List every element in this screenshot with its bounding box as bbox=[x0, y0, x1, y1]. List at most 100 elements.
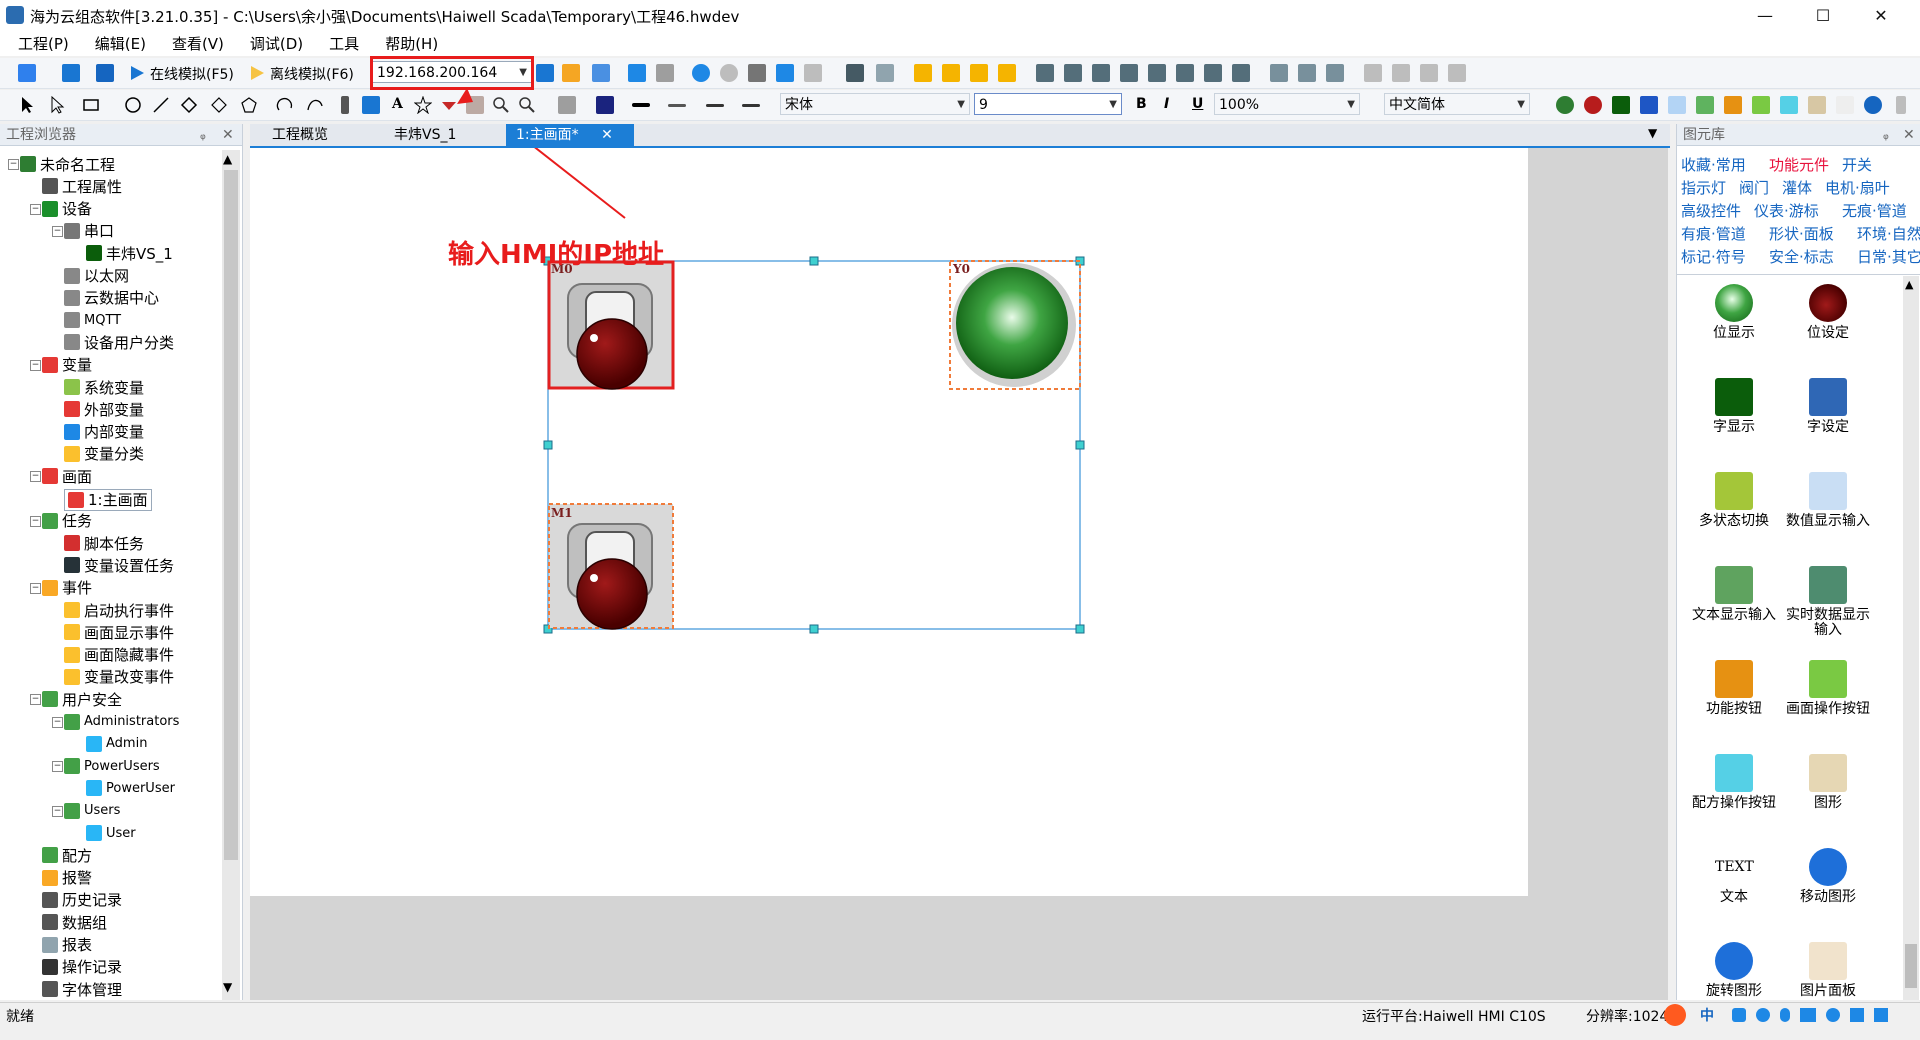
tree-item[interactable]: 事件 bbox=[42, 578, 92, 598]
undo-icon[interactable] bbox=[692, 64, 710, 82]
library-category[interactable]: 环境·自然 bbox=[1857, 223, 1920, 244]
tree-item[interactable]: User bbox=[86, 823, 136, 843]
screen-button-icon[interactable] bbox=[1752, 96, 1770, 114]
library-item[interactable]: 字显示 bbox=[1689, 378, 1779, 435]
tab-project-overview[interactable]: 工程概览 bbox=[262, 124, 338, 146]
tree-item[interactable]: 用户安全 bbox=[42, 689, 122, 709]
ime-logo-icon[interactable] bbox=[1664, 1004, 1686, 1026]
tree-item[interactable]: 配方 bbox=[42, 845, 92, 865]
menu-debug[interactable]: 调试(D) bbox=[250, 33, 303, 54]
tree-item[interactable]: 报警 bbox=[42, 868, 92, 888]
same-width-icon[interactable] bbox=[1270, 64, 1288, 82]
send-back-icon[interactable] bbox=[942, 64, 960, 82]
align-middle-icon[interactable] bbox=[1176, 64, 1194, 82]
tree-item[interactable]: 画面显示事件 bbox=[64, 622, 174, 642]
cut-icon[interactable] bbox=[748, 64, 766, 82]
ime-emoji-icon[interactable] bbox=[1756, 1008, 1770, 1022]
zoom-out-icon[interactable] bbox=[518, 96, 536, 114]
align-left-icon[interactable] bbox=[1036, 64, 1054, 82]
maximize-button[interactable]: ☐ bbox=[1794, 0, 1852, 30]
bold-button[interactable]: B bbox=[1136, 96, 1147, 112]
library-scrollbar[interactable] bbox=[1903, 276, 1919, 1000]
tree-item[interactable]: 启动执行事件 bbox=[64, 600, 174, 620]
same-size-icon[interactable] bbox=[1326, 64, 1344, 82]
ime-toolbox-icon[interactable] bbox=[1874, 1008, 1888, 1022]
library-category[interactable]: 无痕·管道 bbox=[1842, 200, 1907, 221]
font-family-combo[interactable]: 宋体 ▼ bbox=[780, 93, 970, 115]
collapse-toggle-icon[interactable]: − bbox=[52, 805, 63, 817]
library-category[interactable]: 指示灯 bbox=[1681, 177, 1726, 198]
library-category[interactable]: 功能元件 bbox=[1769, 154, 1829, 175]
menu-help[interactable]: 帮助(H) bbox=[385, 33, 438, 54]
paste-icon[interactable] bbox=[804, 64, 822, 82]
connector-icon[interactable] bbox=[362, 96, 380, 114]
collapse-toggle-icon[interactable]: − bbox=[52, 761, 63, 773]
tree-item[interactable]: 系统变量 bbox=[64, 377, 144, 397]
scroll-down-icon[interactable]: ▼ bbox=[223, 980, 232, 994]
font-size-combo[interactable]: 9 ▼ bbox=[974, 93, 1122, 115]
ime-voice-icon[interactable] bbox=[1780, 1008, 1790, 1022]
numeric-input-icon[interactable] bbox=[1668, 96, 1686, 114]
ime-mode[interactable]: 中 bbox=[1700, 1005, 1714, 1025]
library-category[interactable]: 有痕·管道 bbox=[1681, 223, 1746, 244]
tree-item[interactable]: 工程属性 bbox=[42, 176, 122, 196]
ime-user-icon[interactable] bbox=[1826, 1008, 1840, 1022]
upload-icon[interactable] bbox=[562, 64, 580, 82]
tree-item[interactable]: 串口 bbox=[64, 221, 114, 241]
library-category[interactable]: 安全·标志 bbox=[1769, 246, 1834, 267]
same-height-icon[interactable] bbox=[1298, 64, 1316, 82]
menu-edit[interactable]: 编辑(E) bbox=[95, 33, 146, 54]
redo-icon[interactable] bbox=[720, 64, 738, 82]
scroll-up-icon[interactable]: ▲ bbox=[223, 152, 232, 166]
tree-item[interactable]: 字体管理 bbox=[42, 979, 122, 999]
bring-front-icon[interactable] bbox=[914, 64, 932, 82]
tree-item[interactable]: 以太网 bbox=[64, 266, 129, 286]
text-tool-icon[interactable]: A bbox=[392, 96, 403, 112]
tree-item[interactable]: 变量 bbox=[42, 355, 92, 375]
library-item[interactable]: 文本显示输入 bbox=[1689, 566, 1779, 623]
collapse-toggle-icon[interactable]: − bbox=[30, 582, 41, 594]
tree-item[interactable]: 变量分类 bbox=[64, 444, 144, 464]
pin-icon[interactable]: ᵩ bbox=[200, 124, 206, 146]
library-category[interactable]: 标记·符号 bbox=[1681, 246, 1746, 267]
ungroup-icon[interactable] bbox=[876, 64, 894, 82]
select-arrow-icon[interactable] bbox=[18, 96, 36, 114]
tree-item[interactable]: 画面隐藏事件 bbox=[64, 645, 174, 665]
tree-item[interactable]: 云数据中心 bbox=[64, 288, 159, 308]
rotate-right-icon[interactable] bbox=[1448, 64, 1466, 82]
flip-v-icon[interactable] bbox=[1392, 64, 1410, 82]
move-icon[interactable] bbox=[1864, 96, 1882, 114]
library-category[interactable]: 高级控件 bbox=[1681, 200, 1741, 221]
hmi-canvas[interactable]: M0 Y0 M1 输入HMI的IP地址 bbox=[250, 148, 1528, 896]
arrow-start-icon[interactable] bbox=[706, 104, 724, 107]
menu-project[interactable]: 工程(P) bbox=[18, 33, 69, 54]
tree-item[interactable]: MQTT bbox=[64, 310, 121, 330]
download-icon[interactable] bbox=[96, 64, 114, 82]
close-tab-icon[interactable]: ✕ bbox=[601, 127, 613, 143]
collapse-toggle-icon[interactable]: − bbox=[30, 515, 41, 527]
underline-button[interactable]: U bbox=[1192, 96, 1203, 112]
pin-icon[interactable]: ᵩ bbox=[1883, 124, 1889, 146]
flip-h-icon[interactable] bbox=[1364, 64, 1382, 82]
align-center-icon[interactable] bbox=[1092, 64, 1110, 82]
library-item[interactable]: 旋转图形 bbox=[1689, 942, 1779, 999]
word-set-icon[interactable] bbox=[1640, 96, 1658, 114]
ime-punctuation-icon[interactable] bbox=[1732, 1008, 1746, 1022]
collapse-toggle-icon[interactable]: − bbox=[8, 159, 19, 170]
library-item[interactable]: 图片面板 bbox=[1783, 942, 1873, 999]
align-right-icon[interactable] bbox=[1064, 64, 1082, 82]
tree-item[interactable]: 数据组 bbox=[42, 912, 107, 932]
tree-item[interactable]: PowerUser bbox=[86, 778, 175, 798]
ime-skin-icon[interactable] bbox=[1850, 1008, 1864, 1022]
text-icon[interactable] bbox=[1836, 96, 1854, 114]
tree-item[interactable]: 变量设置任务 bbox=[64, 555, 174, 575]
line-style-icon[interactable] bbox=[668, 104, 686, 107]
line-width-icon[interactable] bbox=[632, 103, 650, 107]
online-simulation-button[interactable]: 在线模拟(F5) bbox=[150, 64, 234, 84]
collapse-toggle-icon[interactable]: − bbox=[30, 694, 41, 706]
tree-item[interactable]: 内部变量 bbox=[64, 422, 144, 442]
collapse-toggle-icon[interactable]: − bbox=[30, 359, 41, 371]
library-category[interactable]: 灌体 bbox=[1782, 177, 1812, 198]
bring-forward-icon[interactable] bbox=[970, 64, 988, 82]
curve-icon[interactable] bbox=[306, 96, 324, 114]
